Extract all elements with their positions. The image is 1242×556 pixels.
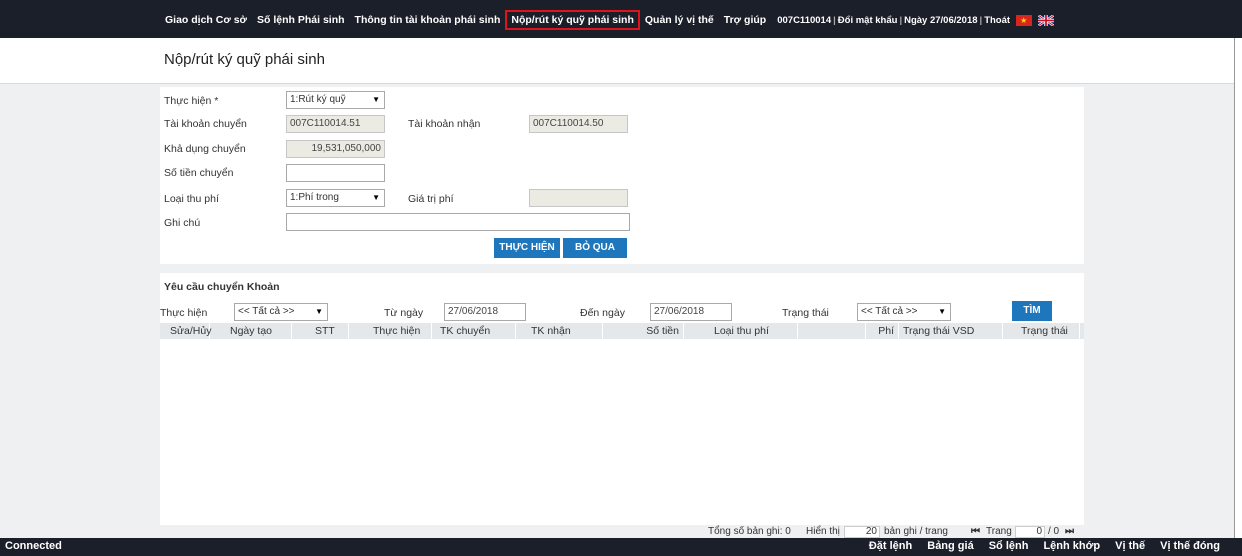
submit-button[interactable]: THỰC HIỆN bbox=[494, 238, 560, 258]
to-account-field: 007C110014.50 bbox=[529, 115, 628, 133]
status-label: Trạng thái bbox=[782, 307, 829, 319]
from-date-input[interactable]: 27/06/2018 bbox=[444, 303, 526, 321]
action-select[interactable]: 1:Rút ký quỹ ▼ bbox=[286, 91, 385, 109]
first-page-icon[interactable]: ⏮ bbox=[971, 525, 980, 539]
session-date: Ngày 27/06/2018 bbox=[904, 14, 978, 26]
fee-value-label: Giá trị phí bbox=[408, 193, 454, 205]
bottom-nav-so-lenh[interactable]: Sổ lệnh bbox=[989, 540, 1029, 552]
from-date-label: Từ ngày bbox=[384, 307, 424, 319]
filter-action-select[interactable]: << Tất cả >> ▼ bbox=[234, 303, 328, 321]
col-amount[interactable]: Số tiền bbox=[603, 323, 684, 339]
amount-label: Số tiền chuyển bbox=[164, 167, 234, 179]
transfer-form-panel: Thực hiện * 1:Rút ký quỹ ▼ Tài khoản chuy… bbox=[160, 87, 1084, 264]
show-label: Hiển thị bbox=[806, 526, 840, 537]
nav-item-nop-rut-ky-quy[interactable]: Nộp/rút ký quỹ phái sinh bbox=[505, 10, 640, 30]
per-page-label: bản ghi / trang bbox=[884, 526, 948, 537]
to-account-label: Tài khoản nhận bbox=[408, 118, 481, 130]
page-total: / 0 bbox=[1048, 526, 1060, 537]
nav-item-so-lenh-phai-sinh[interactable]: Số lệnh Phái sinh bbox=[252, 11, 350, 29]
to-date-label: Đến ngày bbox=[580, 307, 625, 319]
account-number: 007C110014 bbox=[777, 14, 832, 26]
fee-type-label: Loại thu phí bbox=[164, 193, 219, 205]
status-select[interactable]: << Tất cả >> ▼ bbox=[857, 303, 951, 321]
col-action[interactable]: Thực hiện bbox=[349, 323, 432, 339]
cancel-button[interactable]: BỎ QUA bbox=[563, 238, 627, 258]
fee-value-field bbox=[529, 189, 628, 207]
nav-item-tro-giup[interactable]: Trợ giúp bbox=[719, 11, 771, 29]
col-created-date[interactable]: Ngày tạo bbox=[210, 323, 292, 339]
bottom-nav-lenh-khop[interactable]: Lệnh khớp bbox=[1043, 540, 1100, 552]
col-edit-cancel[interactable]: Sửa/Hủy bbox=[160, 323, 211, 339]
page-size-input[interactable]: 20 bbox=[844, 526, 880, 538]
change-password-link[interactable]: Đổi mật khẩu bbox=[838, 15, 898, 26]
vietnam-flag-icon[interactable] bbox=[1016, 14, 1033, 26]
action-select-value: 1:Rút ký quỹ bbox=[290, 94, 346, 105]
col-to-account[interactable]: TK nhận bbox=[516, 323, 603, 339]
last-page-icon[interactable]: ⏭ bbox=[1065, 525, 1074, 539]
section-title: Yêu cầu chuyển Khoản bbox=[164, 281, 280, 293]
filter-action-select-value: << Tất cả >> bbox=[238, 306, 295, 317]
dropdown-arrow-icon: ▼ bbox=[315, 307, 323, 316]
total-records: Tổng số bản ghi: 0 bbox=[708, 526, 791, 537]
status-bar: Connected Đặt lệnh Bảng giá Sổ lệnh Lệnh… bbox=[0, 538, 1242, 556]
fee-type-select-value: 1:Phí trong bbox=[290, 192, 339, 203]
col-fee-type[interactable]: Loại thu phí bbox=[684, 323, 798, 339]
nav-item-giao-dich-co-so[interactable]: Giao dịch Cơ sở bbox=[160, 11, 252, 29]
search-button[interactable]: TÌM bbox=[1012, 301, 1052, 321]
uk-flag-icon[interactable] bbox=[1038, 14, 1055, 26]
dropdown-arrow-icon: ▼ bbox=[938, 307, 946, 316]
col-fee[interactable]: Phí bbox=[866, 323, 899, 339]
bottom-nav-bang-gia[interactable]: Bảng giá bbox=[927, 540, 973, 552]
col-from-account[interactable]: TK chuyển bbox=[432, 323, 516, 339]
bottom-nav: Đặt lệnh Bảng giá Sổ lệnh Lệnh khớp Vị t… bbox=[854, 540, 1220, 552]
from-account-label: Tài khoản chuyển bbox=[164, 118, 247, 130]
transfer-requests-panel: Yêu cầu chuyển Khoản Thực hiện << Tất cả… bbox=[160, 273, 1084, 539]
available-label: Khả dụng chuyển bbox=[164, 143, 246, 155]
note-label: Ghi chú bbox=[164, 217, 201, 229]
from-account-field: 007C110014.51 bbox=[286, 115, 385, 133]
to-date-input[interactable]: 27/06/2018 bbox=[650, 303, 732, 321]
available-amount-field: 19,531,050,000 bbox=[286, 140, 385, 158]
logout-link[interactable]: Thoát bbox=[984, 15, 1010, 26]
filter-action-label: Thực hiện bbox=[160, 307, 208, 319]
page-header: Nộp/rút ký quỹ phái sinh bbox=[0, 38, 1234, 84]
table-footer: Tổng số bản ghi: 0 Hiển thị 20 bản ghi /… bbox=[160, 525, 1084, 539]
note-input[interactable] bbox=[286, 213, 630, 231]
col-vsd-status[interactable]: Trạng thái VSD bbox=[899, 323, 1003, 339]
action-label: Thực hiện * bbox=[164, 95, 219, 107]
top-navigation-bar: Giao dịch Cơ sở Số lệnh Phái sinh Thông … bbox=[0, 0, 1242, 38]
bottom-nav-vi-the-dong[interactable]: Vị thế đóng bbox=[1160, 540, 1220, 552]
status-select-value: << Tất cả >> bbox=[861, 306, 918, 317]
amount-input[interactable] bbox=[286, 164, 385, 182]
main-nav: Giao dịch Cơ sở Số lệnh Phái sinh Thông … bbox=[160, 10, 1055, 30]
dropdown-arrow-icon: ▼ bbox=[372, 193, 380, 202]
page-label: Trang bbox=[986, 526, 1012, 537]
bottom-nav-vi-the[interactable]: Vị thế bbox=[1115, 540, 1145, 552]
dropdown-arrow-icon: ▼ bbox=[372, 95, 380, 104]
account-info: 007C110014 | Đổi mật khẩu | Ngày 27/06/2018 |… bbox=[777, 14, 1011, 26]
fee-type-select[interactable]: 1:Phí trong ▼ bbox=[286, 189, 385, 207]
connection-status: Connected bbox=[5, 540, 62, 552]
page-title: Nộp/rút ký quỹ phái sinh bbox=[164, 51, 325, 68]
nav-item-thong-tin-tai-khoan[interactable]: Thông tin tài khoản phái sinh bbox=[350, 11, 506, 29]
col-stt[interactable]: STT bbox=[292, 323, 349, 339]
col-status[interactable]: Trạng thái bbox=[1003, 323, 1080, 339]
col-blank[interactable] bbox=[798, 323, 866, 339]
nav-item-quan-ly-vi-the[interactable]: Quản lý vị thế bbox=[640, 11, 719, 29]
page-number-input[interactable]: 0 bbox=[1015, 526, 1045, 538]
table-header: Sửa/Hủy Ngày tạo STT Thực hiện TK chuyển… bbox=[160, 323, 1084, 339]
scrollbar-track[interactable] bbox=[1234, 38, 1242, 538]
bottom-nav-dat-lenh[interactable]: Đặt lệnh bbox=[869, 540, 912, 552]
